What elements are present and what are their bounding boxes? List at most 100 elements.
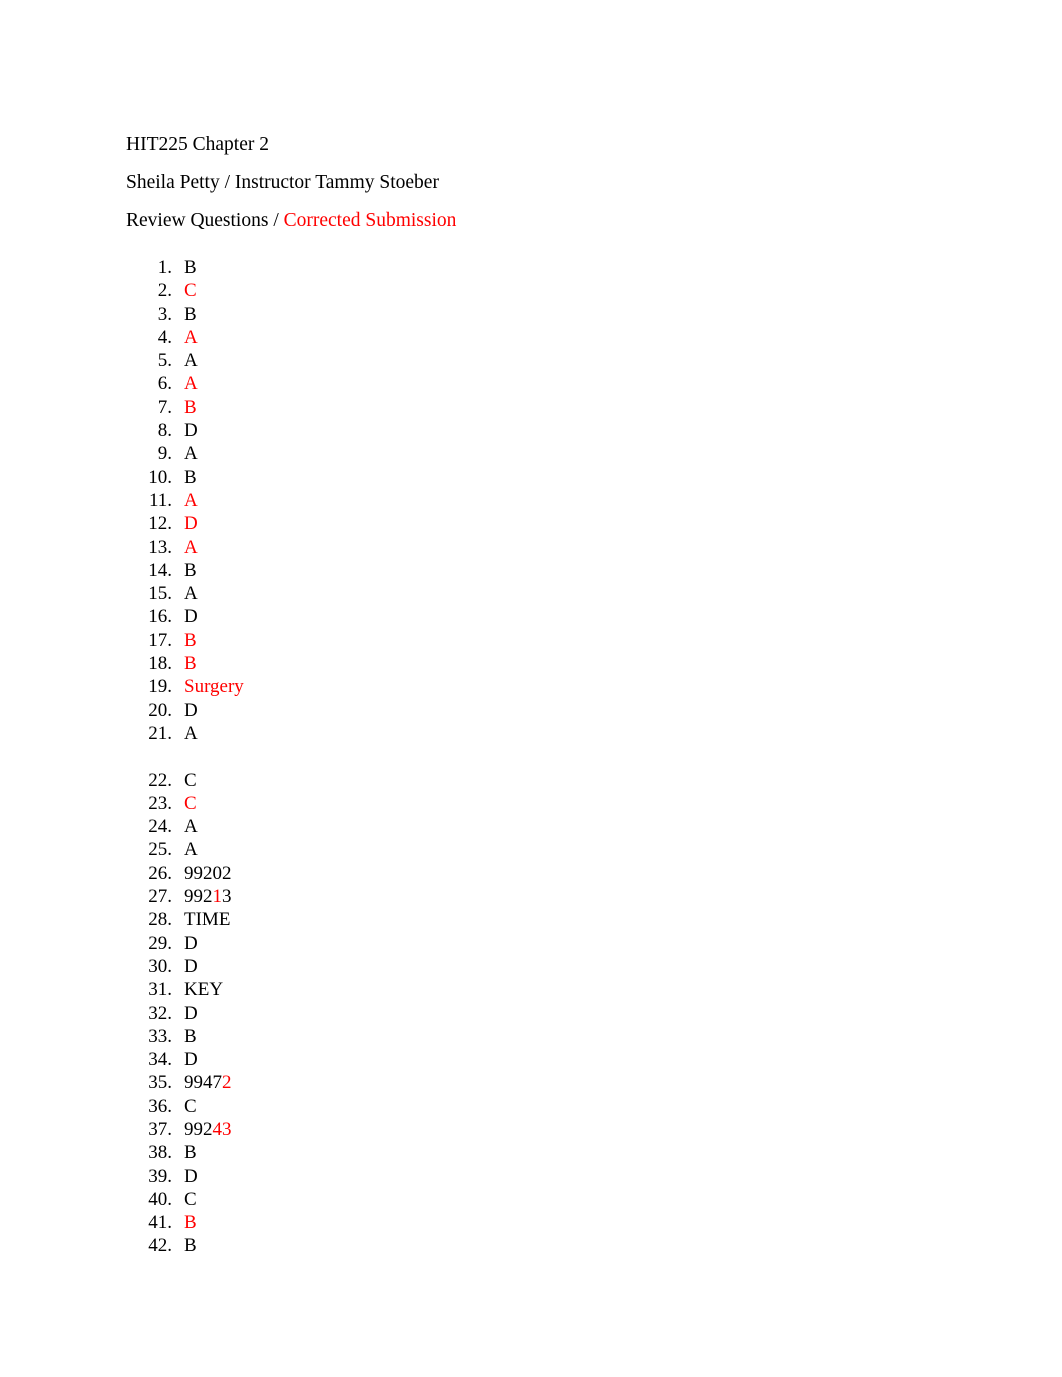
- list-item-answer: D: [184, 955, 198, 977]
- list-item-answer: B: [184, 629, 197, 651]
- list-item-answer: B: [184, 559, 197, 581]
- list-item-number: 38.: [148, 1142, 172, 1164]
- list-item-number: 1.: [157, 257, 172, 278]
- list-item-number: 25.: [148, 839, 172, 861]
- list-item-answer: C: [184, 280, 197, 302]
- list-item-number: 37.: [148, 1118, 172, 1140]
- list-item-number: 19.: [148, 676, 172, 698]
- list-item-answer: B: [184, 396, 197, 418]
- list-item-number: 12.: [148, 513, 172, 535]
- list-item-answer: B: [184, 1212, 197, 1234]
- list-item-number: 20.: [148, 699, 172, 721]
- list-item-number: 17.: [148, 629, 172, 651]
- list-item-number: 40.: [148, 1188, 172, 1210]
- answer-segment: 43: [212, 1118, 232, 1140]
- list-item-answer: B: [184, 1025, 197, 1047]
- subtitle-prefix: Review Questions /: [126, 210, 284, 231]
- list-item-answer: A: [184, 489, 198, 511]
- list-item-number: 7.: [157, 396, 172, 418]
- list-item: 17. B: [126, 629, 1062, 652]
- document-header: HIT225 Chapter 2 Sheila Petty / Instruct…: [126, 126, 1062, 240]
- list-item: 8. D: [126, 419, 1062, 442]
- list-item: 37. 99243: [126, 1118, 1062, 1141]
- list-item-number: 5.: [157, 350, 172, 372]
- list-item: 33. B: [126, 1025, 1062, 1048]
- list-item-number: 9.: [157, 443, 172, 465]
- answer-segment: 1: [212, 886, 223, 908]
- subtitle-line: Review Questions / Corrected Submission: [126, 202, 1062, 240]
- list-item-number: 4.: [157, 326, 172, 348]
- list-item-answer: B: [184, 257, 197, 278]
- answer-segment: 3: [222, 886, 232, 908]
- list-item-answer: B: [184, 1235, 197, 1257]
- list-item: 18. B: [126, 652, 1062, 675]
- list-item-answer: C: [184, 792, 197, 814]
- list-item: 35. 99472: [126, 1071, 1062, 1094]
- list-item: 30. D: [126, 955, 1062, 978]
- list-item-number: 33.: [148, 1025, 172, 1047]
- list-item-number: 3.: [157, 303, 172, 325]
- list-item: 29. D: [126, 932, 1062, 955]
- list-item-answer: A: [184, 839, 198, 861]
- list-item: 40. C: [126, 1188, 1062, 1211]
- list-item: 14. B: [126, 559, 1062, 582]
- list-item: 27. 99213: [126, 885, 1062, 908]
- list-item: 16. D: [126, 605, 1062, 628]
- list-item: 21. A: [126, 722, 1062, 745]
- list-item-number: 30.: [148, 955, 172, 977]
- list-item: 2. C: [126, 279, 1062, 302]
- list-item: 5. A: [126, 349, 1062, 372]
- list-item-number: 11.: [148, 489, 172, 511]
- list-item: 1. B: [126, 256, 1062, 279]
- list-item: 7. B: [126, 396, 1062, 419]
- list-item: 42. B: [126, 1234, 1062, 1257]
- list-item: 3. B: [126, 303, 1062, 326]
- list-item: 4. A: [126, 326, 1062, 349]
- list-item-answer: 99472: [172, 1071, 232, 1094]
- list-item-answer: D: [184, 606, 198, 628]
- list-item: 32. D: [126, 1002, 1062, 1025]
- list-item-answer: B: [184, 466, 197, 488]
- list-item: 13. A: [126, 536, 1062, 559]
- list-item: 39. D: [126, 1165, 1062, 1188]
- list-item-answer: A: [184, 373, 198, 395]
- list-item-answer: KEY: [184, 979, 224, 1001]
- list-item-answer: A: [184, 536, 198, 558]
- list-item: 11. A: [126, 489, 1062, 512]
- document-page: HIT225 Chapter 2 Sheila Petty / Instruct…: [0, 0, 1062, 1377]
- list-item-answer: Surgery: [184, 676, 244, 698]
- list-item-answer: D: [184, 699, 198, 721]
- list-item-number: 14.: [148, 559, 172, 581]
- list-item-number: 42.: [148, 1235, 172, 1257]
- list-item-number: 34.: [148, 1049, 172, 1071]
- list-item-number: 6.: [157, 373, 172, 395]
- list-item: 34. D: [126, 1048, 1062, 1071]
- list-item: 26. 99202: [126, 862, 1062, 885]
- list-item-number: 28.: [148, 909, 172, 931]
- answer-segment: 2: [222, 1072, 232, 1094]
- answer-segment: 9947: [184, 1072, 222, 1094]
- list-item-number: 39.: [148, 1165, 172, 1187]
- list-item-number: 2.: [157, 280, 172, 302]
- list-item-answer: D: [184, 1049, 198, 1071]
- list-item-number: 36.: [148, 1095, 172, 1117]
- list-item-answer: A: [184, 443, 198, 465]
- list-item: 38. B: [126, 1141, 1062, 1164]
- list-item-answer: TIME: [184, 909, 231, 931]
- list-item-answer: A: [184, 350, 198, 372]
- list-item-answer: 99213: [172, 885, 232, 908]
- list-item-number: 24.: [148, 816, 172, 838]
- list-item-answer: D: [184, 420, 198, 442]
- list-item-answer: B: [184, 653, 197, 675]
- list-item: 23. C: [126, 792, 1062, 815]
- list-item-number: 8.: [157, 420, 172, 442]
- subtitle-correction-note: Corrected Submission: [283, 210, 457, 231]
- list-item-number: 13.: [148, 536, 172, 558]
- answer-segment: 992: [184, 1118, 213, 1140]
- page-title: HIT225 Chapter 2: [126, 134, 269, 155]
- list-item-answer: A: [184, 722, 198, 744]
- list-item-number: 29.: [148, 932, 172, 954]
- list-item: 31. KEY: [126, 978, 1062, 1001]
- list-item: 6. A: [126, 372, 1062, 395]
- list-item-answer: C: [184, 1095, 197, 1117]
